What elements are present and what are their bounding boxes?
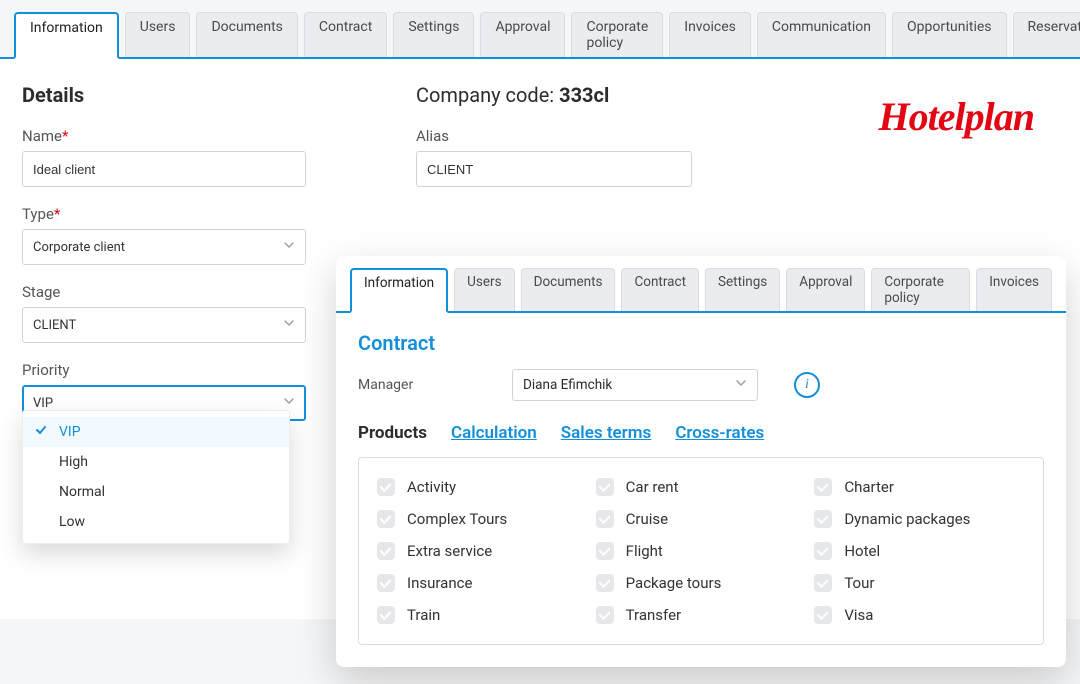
subtab-products[interactable]: Products: [358, 423, 427, 443]
checkbox[interactable]: [814, 542, 832, 560]
checkbox[interactable]: [596, 510, 614, 528]
product-insurance: Insurance: [377, 574, 588, 592]
main-tabs: InformationUsersDocumentsContractSetting…: [0, 0, 1080, 59]
contract-heading: Contract: [358, 331, 1044, 355]
chevron-down-icon: [283, 317, 295, 333]
inner-tab-invoices[interactable]: Invoices: [976, 268, 1052, 311]
product-label: Car rent: [626, 478, 679, 496]
product-label: Charter: [844, 478, 894, 496]
checkbox[interactable]: [814, 510, 832, 528]
products-box: Activity Car rent Charter Complex Tours Crui…: [358, 457, 1044, 645]
product-transfer: Transfer: [596, 606, 807, 624]
checkbox[interactable]: [814, 606, 832, 624]
product-activity: Activity: [377, 478, 588, 496]
product-label: Visa: [844, 606, 873, 624]
product-cruise: Cruise: [596, 510, 807, 528]
checkbox[interactable]: [377, 510, 395, 528]
checkbox[interactable]: [596, 606, 614, 624]
checkbox[interactable]: [377, 542, 395, 560]
inner-panel: InformationUsersDocumentsContractSetting…: [336, 256, 1066, 667]
tab-opportunities[interactable]: Opportunities: [892, 12, 1007, 57]
checkbox[interactable]: [814, 478, 832, 496]
manager-select[interactable]: Diana Efimchik: [512, 369, 758, 401]
inner-tab-contract[interactable]: Contract: [621, 268, 699, 311]
alias-input[interactable]: [416, 151, 692, 187]
type-label: Type*: [22, 205, 402, 223]
manager-label: Manager: [358, 377, 488, 393]
product-visa: Visa: [814, 606, 1025, 624]
product-car-rent: Car rent: [596, 478, 807, 496]
checkbox[interactable]: [377, 574, 395, 592]
inner-tab-documents[interactable]: Documents: [521, 268, 616, 311]
stage-select[interactable]: CLIENT: [22, 307, 306, 343]
product-label: Train: [407, 606, 440, 624]
product-complex-tours: Complex Tours: [377, 510, 588, 528]
checkbox[interactable]: [377, 606, 395, 624]
priority-option-high[interactable]: High: [23, 447, 289, 477]
product-label: Activity: [407, 478, 456, 496]
name-label: Name*: [22, 127, 402, 145]
contract-subtabs: Products Calculation Sales terms Cross-r…: [358, 423, 1044, 443]
checkbox[interactable]: [814, 574, 832, 592]
details-heading: Details: [22, 83, 402, 107]
checkbox[interactable]: [596, 574, 614, 592]
subtab-calculation[interactable]: Calculation: [451, 423, 537, 443]
checkbox[interactable]: [596, 478, 614, 496]
priority-option-low[interactable]: Low: [23, 507, 289, 537]
tab-corporate-policy[interactable]: Corporate policy: [571, 12, 663, 57]
checkbox[interactable]: [596, 542, 614, 560]
product-label: Tour: [844, 574, 874, 592]
tab-documents[interactable]: Documents: [196, 12, 297, 57]
inner-tab-information[interactable]: Information: [350, 268, 448, 313]
chevron-down-icon: [283, 239, 295, 255]
chevron-down-icon: [283, 395, 295, 411]
product-label: Extra service: [407, 542, 492, 560]
product-extra-service: Extra service: [377, 542, 588, 560]
product-label: Complex Tours: [407, 510, 507, 528]
product-train: Train: [377, 606, 588, 624]
company-code: Company code: 333cl: [416, 83, 786, 107]
inner-tab-approval[interactable]: Approval: [786, 268, 865, 311]
inner-tab-settings[interactable]: Settings: [705, 268, 780, 311]
info-icon[interactable]: i: [794, 372, 820, 398]
product-package-tours: Package tours: [596, 574, 807, 592]
tab-approval[interactable]: Approval: [480, 12, 565, 57]
product-flight: Flight: [596, 542, 807, 560]
tab-reservations[interactable]: Reservations: [1013, 12, 1080, 57]
product-label: Transfer: [626, 606, 681, 624]
product-label: Hotel: [844, 542, 880, 560]
name-input[interactable]: [22, 151, 306, 187]
alias-label: Alias: [416, 127, 786, 145]
inner-tab-users[interactable]: Users: [454, 268, 514, 311]
tab-information[interactable]: Information: [14, 12, 119, 59]
tab-settings[interactable]: Settings: [393, 12, 474, 57]
product-label: Dynamic packages: [844, 510, 970, 528]
inner-tab-corporate-policy[interactable]: Corporate policy: [871, 268, 970, 311]
product-label: Cruise: [626, 510, 668, 528]
subtab-sales-terms[interactable]: Sales terms: [561, 423, 652, 443]
product-charter: Charter: [814, 478, 1025, 496]
priority-option-vip[interactable]: VIP: [23, 417, 289, 447]
tab-contract[interactable]: Contract: [304, 12, 387, 57]
check-icon: [35, 424, 47, 440]
product-dynamic-packages: Dynamic packages: [814, 510, 1025, 528]
subtab-cross-rates[interactable]: Cross-rates: [675, 423, 764, 443]
tab-communication[interactable]: Communication: [757, 12, 886, 57]
priority-option-normal[interactable]: Normal: [23, 477, 289, 507]
product-hotel: Hotel: [814, 542, 1025, 560]
type-select[interactable]: Corporate client: [22, 229, 306, 265]
product-label: Flight: [626, 542, 663, 560]
product-label: Insurance: [407, 574, 472, 592]
inner-tabs: InformationUsersDocumentsContractSetting…: [336, 256, 1066, 313]
chevron-down-icon: [735, 377, 747, 393]
product-label: Package tours: [626, 574, 722, 592]
tab-users[interactable]: Users: [125, 12, 191, 57]
company-logo: Hotelplan: [800, 93, 1058, 140]
product-tour: Tour: [814, 574, 1025, 592]
tab-invoices[interactable]: Invoices: [669, 12, 751, 57]
checkbox[interactable]: [377, 478, 395, 496]
priority-dropdown: VIPHighNormalLow: [22, 410, 290, 544]
